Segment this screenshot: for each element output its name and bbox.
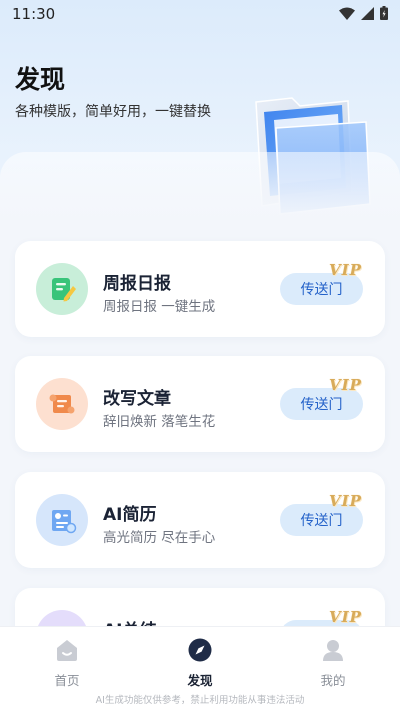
- card-title: 周报日报: [103, 274, 171, 294]
- vip-badge: VIP: [329, 608, 362, 626]
- document-pencil-icon: [52, 278, 76, 302]
- home-icon: [57, 640, 77, 661]
- status-time: 11:30: [12, 5, 56, 23]
- card-title: AI简历: [103, 505, 157, 525]
- status-bar: 11:30: [0, 0, 400, 28]
- compass-icon: [188, 638, 212, 662]
- card-description: 辞旧焕新 落笔生花: [103, 414, 216, 430]
- card-title: 改写文章: [103, 389, 171, 409]
- card-icon-background: [36, 494, 88, 546]
- card-icon-background: [36, 378, 88, 430]
- content-panel: 周报日报 周报日报 一键生成 传送门 VIP 改写文章 辞旧焕新 落笔生花 传送…: [0, 152, 400, 649]
- status-icons: [339, 6, 388, 20]
- tab-discover[interactable]: 发现: [170, 637, 230, 689]
- signal-icon: [361, 6, 374, 20]
- page-title: 发现: [15, 65, 66, 94]
- card-description: 周报日报 一键生成: [103, 299, 216, 315]
- vip-badge: VIP: [329, 376, 362, 394]
- scroll-icon: [49, 394, 75, 414]
- battery-icon: [380, 6, 388, 20]
- card-ai-resume[interactable]: AI简历 高光简历 尽在手心 传送门 VIP: [15, 472, 385, 568]
- tab-mine[interactable]: 我的: [303, 637, 363, 689]
- vip-badge: VIP: [329, 261, 362, 279]
- wifi-icon: [339, 7, 355, 20]
- card-rewrite-article[interactable]: 改写文章 辞旧焕新 落笔生花 传送门 VIP: [15, 356, 385, 452]
- bottom-tab-bar: 首页 发现 我的 AI生成功能仅供参考，禁止利用功能从事违法活动: [0, 626, 400, 711]
- page-subtitle: 各种模版，简单好用，一键替换: [15, 104, 211, 120]
- vip-badge: VIP: [329, 492, 362, 510]
- tab-home[interactable]: 首页: [37, 637, 97, 689]
- card-weekly-report[interactable]: 周报日报 周报日报 一键生成 传送门 VIP: [15, 241, 385, 337]
- resume-icon: [52, 510, 77, 534]
- card-icon-background: [36, 263, 88, 315]
- disclaimer-text: AI生成功能仅供参考，禁止利用功能从事违法活动: [95, 695, 305, 706]
- tab-label: 发现: [187, 673, 213, 688]
- tab-label: 首页: [54, 673, 80, 688]
- tab-label: 我的: [320, 673, 346, 688]
- card-description: 高光简历 尽在手心: [103, 530, 216, 546]
- profile-icon: [323, 640, 343, 661]
